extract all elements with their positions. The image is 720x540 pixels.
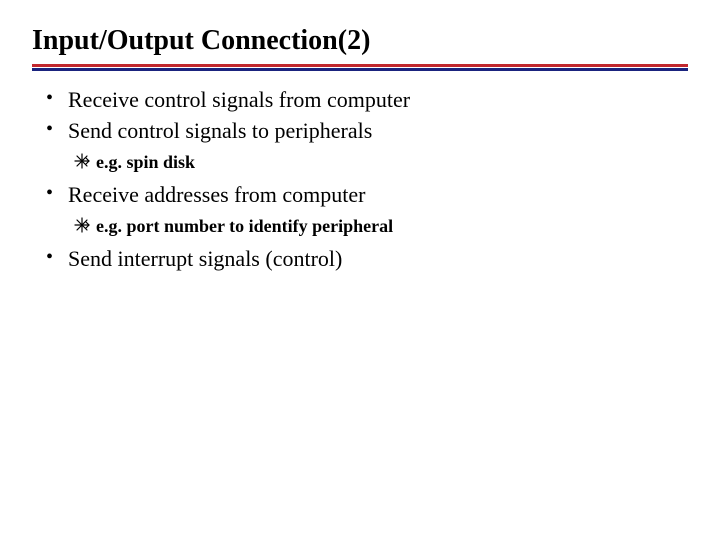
sub-text: e.g. spin disk: [96, 152, 195, 172]
bullet-text: Receive addresses from computer: [68, 182, 366, 207]
bullet-item: Send interrupt signals (control): [32, 244, 688, 274]
sub-item: e.g. spin disk: [68, 150, 688, 174]
sub-list: e.g. spin disk: [68, 150, 688, 174]
sub-list: e.g. port number to identify peripheral: [68, 214, 688, 238]
arrow-star-icon: [74, 217, 90, 233]
title-rule: [32, 64, 688, 71]
bullet-text: Receive control signals from computer: [68, 87, 410, 112]
sub-item: e.g. port number to identify peripheral: [68, 214, 688, 238]
sub-text: e.g. port number to identify peripheral: [96, 216, 393, 236]
slide-title: Input/Output Connection(2): [32, 24, 688, 64]
bullet-text: Send interrupt signals (control): [68, 246, 342, 271]
bullet-item: Receive addresses from computer e.g. por…: [32, 180, 688, 238]
bullet-item: Send control signals to peripherals e.g.…: [32, 116, 688, 174]
bullet-list: Receive control signals from computer Se…: [32, 85, 688, 274]
bullet-item: Receive control signals from computer: [32, 85, 688, 115]
arrow-star-icon: [74, 153, 90, 169]
bullet-text: Send control signals to peripherals: [68, 118, 372, 143]
